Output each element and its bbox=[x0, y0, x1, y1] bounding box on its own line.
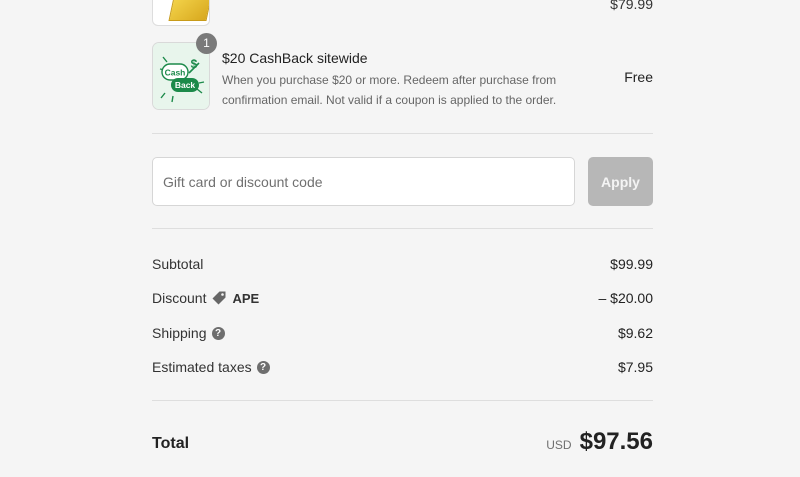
line-item-product: $79.99 bbox=[152, 0, 653, 28]
product-price: $79.99 bbox=[610, 0, 653, 12]
product-box-image bbox=[168, 0, 209, 21]
discount-code-form: Apply bbox=[152, 157, 653, 206]
cashback-illustration: Cash Back $ bbox=[153, 43, 209, 109]
cashback-description: When you purchase $20 or more. Redeem af… bbox=[222, 73, 557, 107]
total-amount: $97.56 bbox=[579, 428, 653, 455]
cashback-title: $20 CashBack sitewide bbox=[222, 50, 368, 66]
cashback-price: Free bbox=[624, 69, 653, 85]
shipping-row: Shipping ? $9.62 bbox=[152, 325, 653, 345]
discount-value: – $20.00 bbox=[598, 290, 654, 306]
divider bbox=[152, 400, 653, 401]
currency-code: USD bbox=[546, 438, 572, 452]
apply-button[interactable]: Apply bbox=[588, 157, 653, 206]
discount-tag-icon bbox=[212, 291, 226, 305]
taxes-row: Estimated taxes ? $7.95 bbox=[152, 359, 653, 379]
cashback-thumbnail: Cash Back $ 1 bbox=[152, 33, 217, 110]
subtotal-value: $99.99 bbox=[610, 256, 653, 272]
shipping-label: Shipping bbox=[152, 325, 207, 341]
total-label: Total bbox=[152, 435, 190, 452]
subtotal-row: Subtotal $99.99 bbox=[152, 256, 653, 276]
shipping-value: $9.62 bbox=[617, 325, 653, 341]
discount-row: Discount APE – $20.00 bbox=[152, 290, 653, 310]
taxes-value: $7.95 bbox=[617, 359, 653, 375]
total-row: Total USD $97.56 bbox=[152, 428, 653, 462]
subtotal-label: Subtotal bbox=[152, 256, 204, 272]
total-amount-group: USD $97.56 bbox=[546, 428, 653, 456]
taxes-label: Estimated taxes bbox=[152, 359, 252, 375]
shipping-label-group: Shipping ? bbox=[152, 325, 225, 341]
discount-label-group: Discount APE bbox=[152, 290, 259, 306]
order-summary-page: $79.99 Cash Back $ 1 $20 CashBack sitewi… bbox=[0, 0, 800, 477]
taxes-help-icon[interactable]: ? bbox=[256, 360, 270, 374]
divider bbox=[152, 228, 653, 229]
quantity-badge: 1 bbox=[196, 33, 217, 54]
taxes-label-group: Estimated taxes ? bbox=[152, 359, 270, 375]
cashback-thumb-text-1: Cash bbox=[165, 68, 186, 78]
line-item-cashback: Cash Back $ 1 $20 CashBack sitewide When… bbox=[152, 33, 653, 112]
cashback-thumb-text-2: Back bbox=[175, 80, 196, 90]
shipping-help-icon[interactable]: ? bbox=[211, 326, 225, 340]
product-thumbnail bbox=[152, 0, 210, 26]
divider bbox=[152, 133, 653, 134]
discount-code-input[interactable] bbox=[152, 157, 575, 206]
discount-label: Discount bbox=[152, 290, 207, 306]
discount-code-name: APE bbox=[232, 290, 260, 306]
